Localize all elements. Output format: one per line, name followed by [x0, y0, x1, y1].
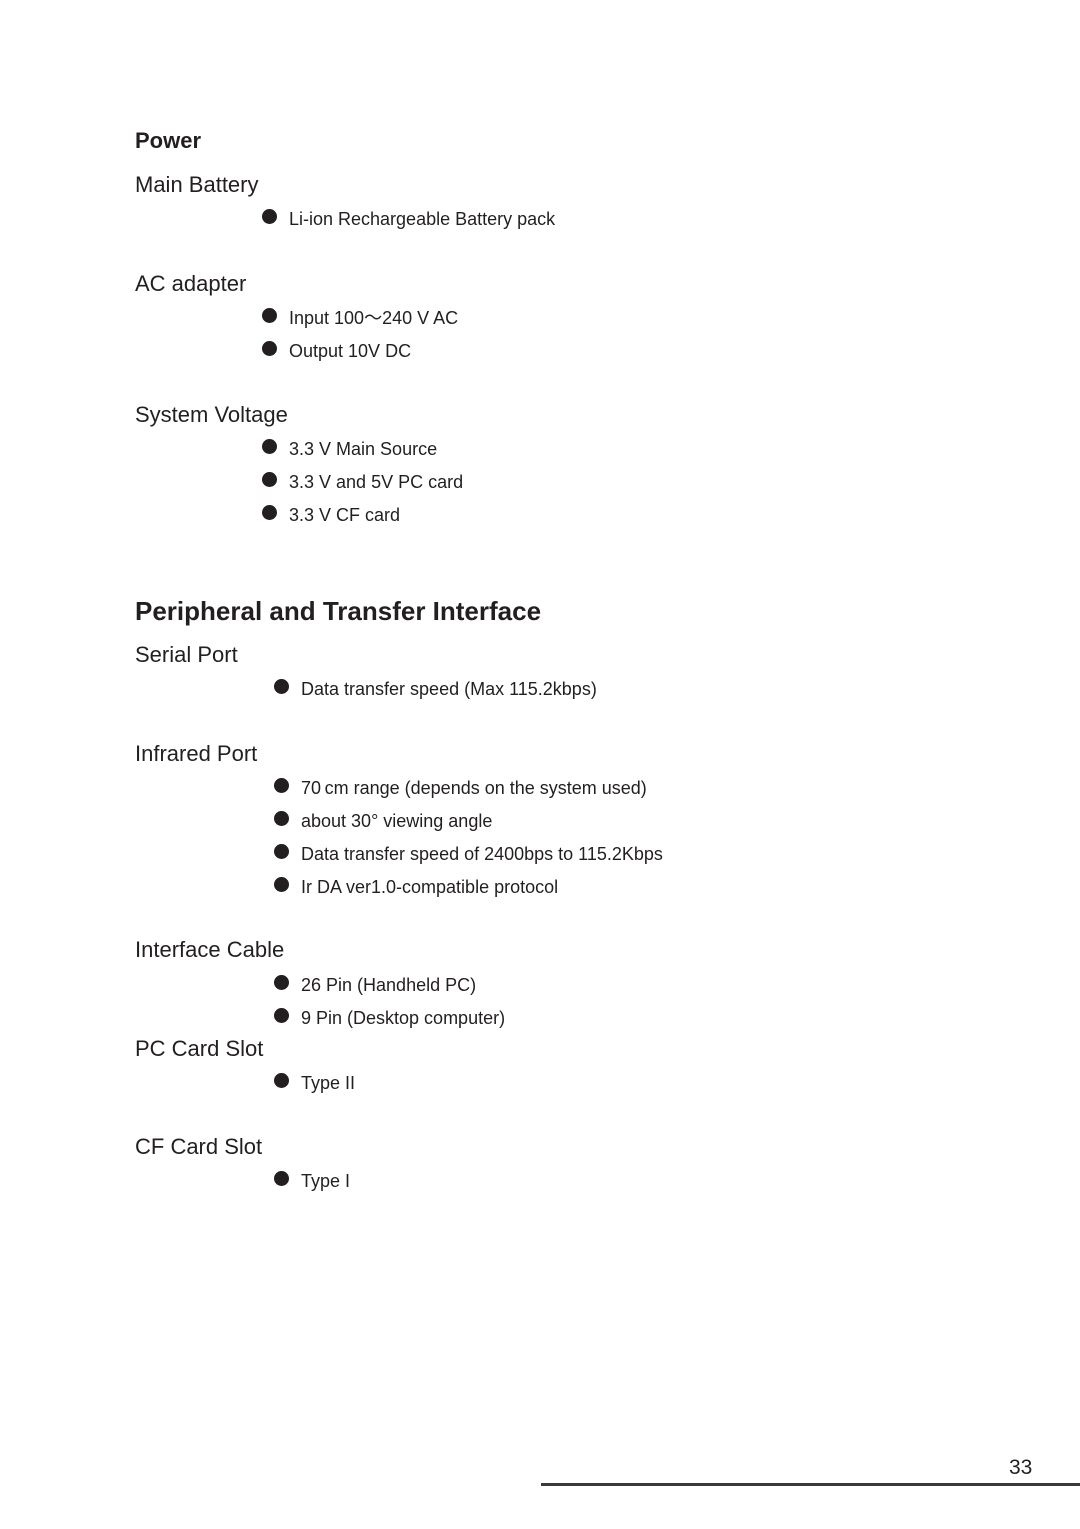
list-item: Input 100〜240 V AC — [262, 307, 458, 329]
bullet-icon — [274, 876, 289, 892]
power-heading: Power — [135, 128, 202, 153]
peripheral-heading: Peripheral and Transfer Interface — [135, 596, 542, 626]
bullet-icon — [274, 1170, 289, 1186]
list-item-text: about 30° viewing angle — [301, 811, 493, 831]
bullet-icon — [262, 340, 277, 356]
list-item-text: 70 cm range (depends on the system used) — [301, 778, 647, 798]
ac-adapter-heading: AC adapter — [135, 271, 247, 296]
bullet-icon — [274, 974, 289, 990]
system-voltage-heading: System Voltage — [135, 402, 288, 427]
list-item: Data transfer speed (Max 115.2kbps) — [274, 678, 597, 700]
serial-port-heading: Serial Port — [135, 642, 238, 667]
list-item: 3.3 V CF card — [262, 504, 400, 526]
bullet-icon — [262, 504, 277, 520]
list-item-text: Li-ion Rechargeable Battery pack — [289, 209, 556, 229]
list-item-text: Data transfer speed (Max 115.2kbps) — [301, 679, 597, 699]
list-item-text: 3.3 V and 5V PC card — [289, 472, 464, 492]
bullet-icon — [262, 471, 277, 487]
list-item: Type I — [274, 1170, 350, 1192]
page-number: 33 — [1009, 1456, 1033, 1479]
list-item: 3.3 V Main Source — [262, 438, 437, 460]
bullet-icon — [262, 307, 277, 323]
pc-card-slot-heading: PC Card Slot — [135, 1036, 264, 1061]
list-item: 9 Pin (Desktop computer) — [274, 1007, 505, 1029]
list-item-text: 3.3 V Main Source — [289, 439, 438, 459]
list-item-text: 3.3 V CF card — [289, 505, 401, 525]
list-item: 26 Pin (Handheld PC) — [274, 974, 476, 996]
infrared-port-heading: Infrared Port — [135, 741, 258, 766]
bullet-icon — [262, 208, 277, 224]
list-item-text: Ir DA ver1.0-compatible protocol — [301, 877, 559, 897]
list-item-text: Data transfer speed of 2400bps to 115.2K… — [301, 844, 663, 864]
list-item: about 30° viewing angle — [274, 810, 492, 832]
list-item: Data transfer speed of 2400bps to 115.2K… — [274, 843, 663, 865]
list-item: 3.3 V and 5V PC card — [262, 471, 463, 493]
list-item: 70 cm range (depends on the system used) — [274, 777, 647, 799]
interface-cable-heading: Interface Cable — [135, 937, 285, 962]
footer-divider — [541, 1483, 1080, 1486]
list-item-text: Type I — [301, 1171, 351, 1191]
list-item: Ir DA ver1.0-compatible protocol — [274, 876, 558, 898]
cf-card-slot-heading: CF Card Slot — [135, 1134, 263, 1159]
list-item-text: Output 10V DC — [289, 341, 412, 361]
list-item-text: 9 Pin (Desktop computer) — [301, 1008, 506, 1028]
bullet-icon — [274, 777, 289, 793]
list-item-text: 26 Pin (Handheld PC) — [301, 975, 477, 995]
bullet-icon — [262, 438, 277, 454]
list-item: Type II — [274, 1072, 355, 1094]
bullet-icon — [274, 678, 289, 694]
bullet-icon — [274, 810, 289, 826]
bullet-icon — [274, 843, 289, 859]
list-item: Output 10V DC — [262, 340, 411, 362]
bullet-icon — [274, 1007, 289, 1023]
list-item-text: Input 100〜240 V AC — [289, 308, 459, 328]
list-item: Li-ion Rechargeable Battery pack — [262, 208, 555, 230]
main-battery-heading: Main Battery — [135, 172, 259, 197]
list-item-text: Type II — [301, 1073, 356, 1093]
bullet-icon — [274, 1072, 289, 1088]
